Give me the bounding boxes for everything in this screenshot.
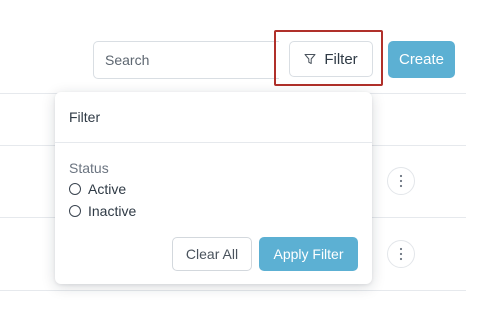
row-actions-button[interactable] — [387, 240, 415, 268]
filter-button[interactable]: Filter — [289, 41, 373, 77]
create-button[interactable]: Create — [388, 41, 455, 78]
status-option-inactive[interactable]: Inactive — [69, 203, 136, 219]
radio-button[interactable] — [69, 183, 81, 195]
kebab-menu-icon — [399, 247, 403, 261]
filter-panel-title: Filter — [69, 109, 101, 125]
radio-button[interactable] — [69, 205, 81, 217]
filter-panel-divider — [55, 142, 372, 143]
status-option-label: Inactive — [88, 203, 137, 219]
apply-filter-button[interactable]: Apply Filter — [259, 237, 358, 271]
filter-panel: Filter Status Active Inactive Clear All … — [55, 92, 372, 284]
search-input[interactable]: Search — [93, 41, 279, 79]
kebab-menu-icon — [399, 174, 403, 188]
status-option-label: Active — [88, 181, 127, 197]
clear-all-label: Clear All — [185, 246, 239, 262]
funnel-icon — [304, 54, 316, 64]
status-label: Status — [69, 160, 109, 176]
row-actions-button[interactable] — [387, 167, 415, 195]
filter-button-label: Filter — [324, 50, 358, 68]
clear-all-button[interactable]: Clear All — [172, 237, 252, 271]
table-divider — [0, 290, 466, 291]
status-option-active[interactable]: Active — [69, 181, 126, 197]
create-button-label: Create — [398, 51, 445, 68]
apply-filter-label: Apply Filter — [273, 246, 344, 262]
